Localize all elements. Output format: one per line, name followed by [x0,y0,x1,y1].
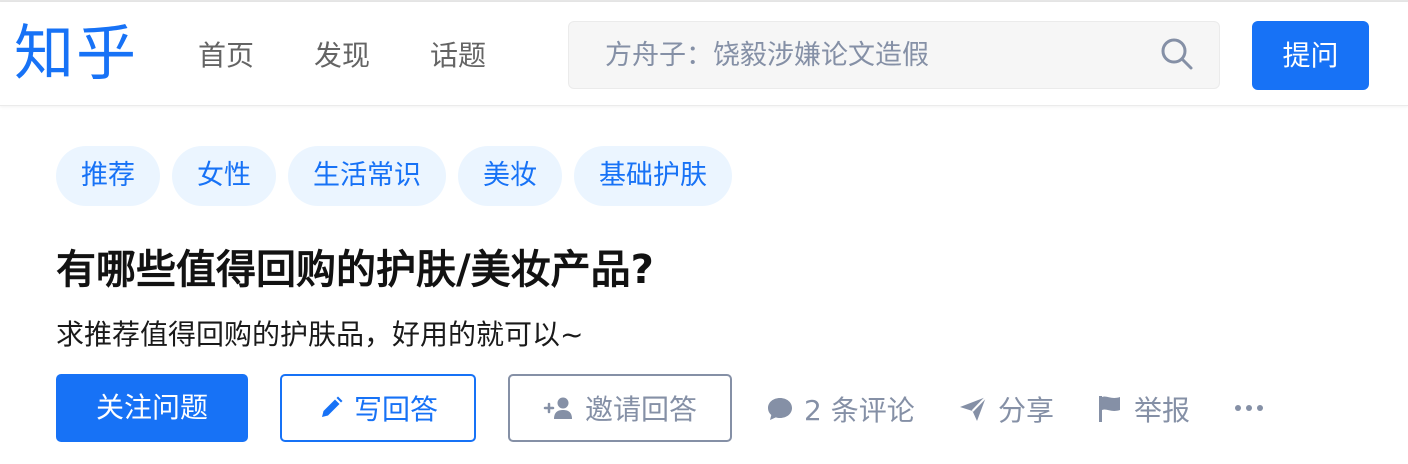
report-button[interactable]: 举报 [1096,385,1190,433]
topic-tags: 推荐 女性 生活常识 美妆 基础护肤 [56,146,744,206]
search-input[interactable] [569,22,1149,88]
comment-bubble-icon [768,398,792,420]
search-box [568,21,1220,89]
question-detail: 求推荐值得回购的护肤品，好用的就可以~ [56,318,584,351]
follow-question-button[interactable]: 关注问题 [56,374,248,442]
app-header: 知乎 首页 发现 话题 提问 [0,2,1408,106]
flag-icon [1099,396,1120,422]
share-button[interactable]: 分享 [958,385,1054,433]
ask-question-button[interactable]: 提问 [1252,21,1369,90]
search-icon[interactable] [1160,37,1194,71]
nav-home[interactable]: 首页 [198,32,254,80]
invite-answer-label: 邀请回答 [584,393,697,426]
topic-tag[interactable]: 女性 [172,146,276,206]
write-answer-button[interactable]: 写回答 [280,374,476,442]
main-nav: 首页 发现 话题 [198,32,546,80]
comments-label: 2 条评论 [804,394,915,427]
topic-tag[interactable]: 基础护肤 [574,146,732,206]
nav-discover[interactable]: 发现 [314,32,370,80]
zhihu-logo[interactable]: 知乎 [14,16,138,92]
share-label: 分享 [998,394,1055,427]
topic-tag[interactable]: 美妆 [458,146,562,206]
invite-answer-button[interactable]: 邀请回答 [508,374,732,442]
comments-button[interactable]: 2 条评论 [766,385,915,433]
more-dots-icon[interactable] [1234,392,1264,424]
pencil-icon [321,396,343,417]
topic-tag[interactable]: 生活常识 [288,146,446,206]
report-label: 举报 [1134,394,1191,427]
add-user-icon [543,397,572,419]
topic-tag[interactable]: 推荐 [56,146,160,206]
nav-topics[interactable]: 话题 [430,32,486,80]
write-answer-label: 写回答 [353,393,438,426]
question-title: 有哪些值得回购的护肤/美妆产品? [56,247,654,293]
paper-plane-icon [960,396,987,421]
